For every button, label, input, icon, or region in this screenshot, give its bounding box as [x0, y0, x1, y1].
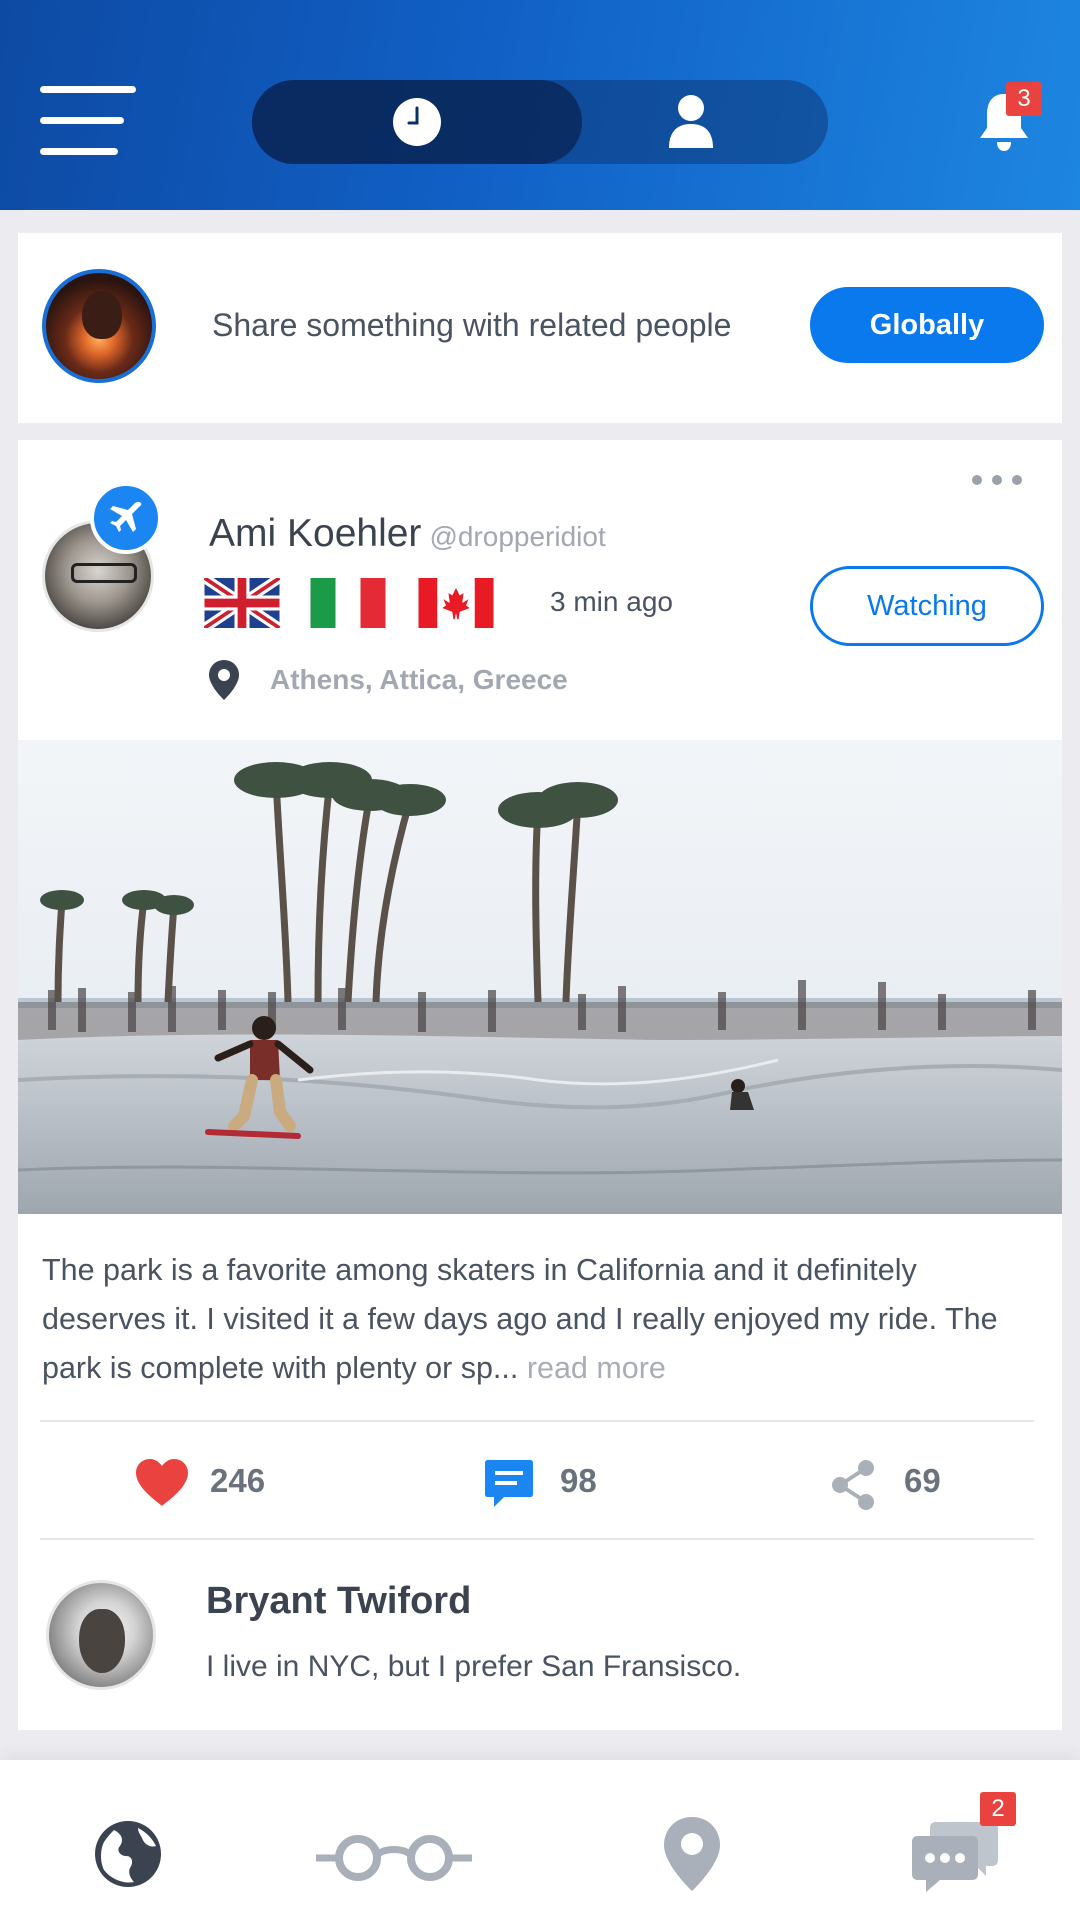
post-body: The park is a favorite among skaters in … [42, 1246, 1038, 1393]
user-icon [669, 95, 713, 148]
watching-button[interactable]: Watching [810, 566, 1044, 646]
post-photo[interactable] [18, 740, 1062, 1214]
share-count: 69 [904, 1462, 941, 1499]
globally-button[interactable]: Globally [810, 287, 1044, 363]
divider [40, 1538, 1034, 1540]
tab-recent[interactable] [252, 80, 582, 164]
globe-icon [95, 1821, 161, 1887]
messages-count-badge: 2 [980, 1792, 1016, 1826]
read-more-link[interactable]: read more [527, 1351, 666, 1385]
chat-icon [912, 1822, 998, 1892]
author-handle[interactable]: @dropperidiot [429, 521, 605, 552]
commenter-avatar[interactable] [46, 1580, 156, 1690]
flag-uk-icon [204, 578, 280, 628]
author-name[interactable]: Ami Koehler [209, 512, 421, 555]
flag-canada-icon [418, 578, 494, 628]
post-timestamp: 3 min ago [550, 586, 673, 617]
top-header: 3 [0, 0, 1080, 210]
author-name-line: Ami Koehler @dropperidiot [209, 512, 606, 556]
hamburger-menu-icon[interactable] [40, 86, 136, 156]
glasses-icon [316, 1835, 472, 1881]
traveler-badge [90, 482, 162, 554]
post-body-text: The park is a favorite among skaters in … [42, 1253, 998, 1385]
more-options-icon[interactable] [972, 472, 1024, 488]
notifications-button[interactable]: 3 [976, 82, 1042, 160]
like-button[interactable]: 246 [134, 1454, 294, 1514]
comment-icon [485, 1460, 533, 1507]
flag-italy-icon [310, 578, 386, 628]
notification-count-badge: 3 [1006, 82, 1042, 116]
share-composer: Share something with related people Glob… [18, 233, 1062, 423]
map-pin-icon [664, 1817, 720, 1891]
current-user-avatar[interactable] [42, 269, 156, 383]
share-input[interactable]: Share something with related people [212, 307, 731, 344]
like-count: 246 [210, 1462, 266, 1499]
nav-map[interactable] [660, 1760, 724, 1920]
skatepark-photo [18, 740, 1062, 1214]
feed-view-switch [252, 80, 828, 164]
share-button[interactable]: 69 [828, 1454, 988, 1514]
nav-globe[interactable] [90, 1760, 170, 1920]
post-card: Ami Koehler @dropperidiot 3 min ago Watch… [18, 440, 1062, 1730]
feed-screen: 3 Share something with related people Gl… [0, 0, 1080, 1920]
nav-messages[interactable]: 2 [908, 1760, 1016, 1920]
heart-icon [136, 1459, 188, 1506]
tab-profile[interactable] [582, 80, 828, 164]
comment-count: 98 [560, 1462, 597, 1499]
nav-watching[interactable] [316, 1760, 472, 1920]
bottom-navigation: 2 [0, 1760, 1080, 1920]
divider [40, 1420, 1034, 1422]
comment-text: I live in NYC, but I prefer San Fransisc… [206, 1650, 742, 1683]
clock-icon [393, 98, 441, 146]
location-pin-icon [209, 660, 239, 700]
post-location[interactable]: Athens, Attica, Greece [270, 664, 568, 696]
airplane-icon [110, 501, 142, 532]
comment-button[interactable]: 98 [484, 1454, 644, 1514]
commenter-name[interactable]: Bryant Twiford [206, 1580, 471, 1623]
share-icon [832, 1460, 874, 1510]
